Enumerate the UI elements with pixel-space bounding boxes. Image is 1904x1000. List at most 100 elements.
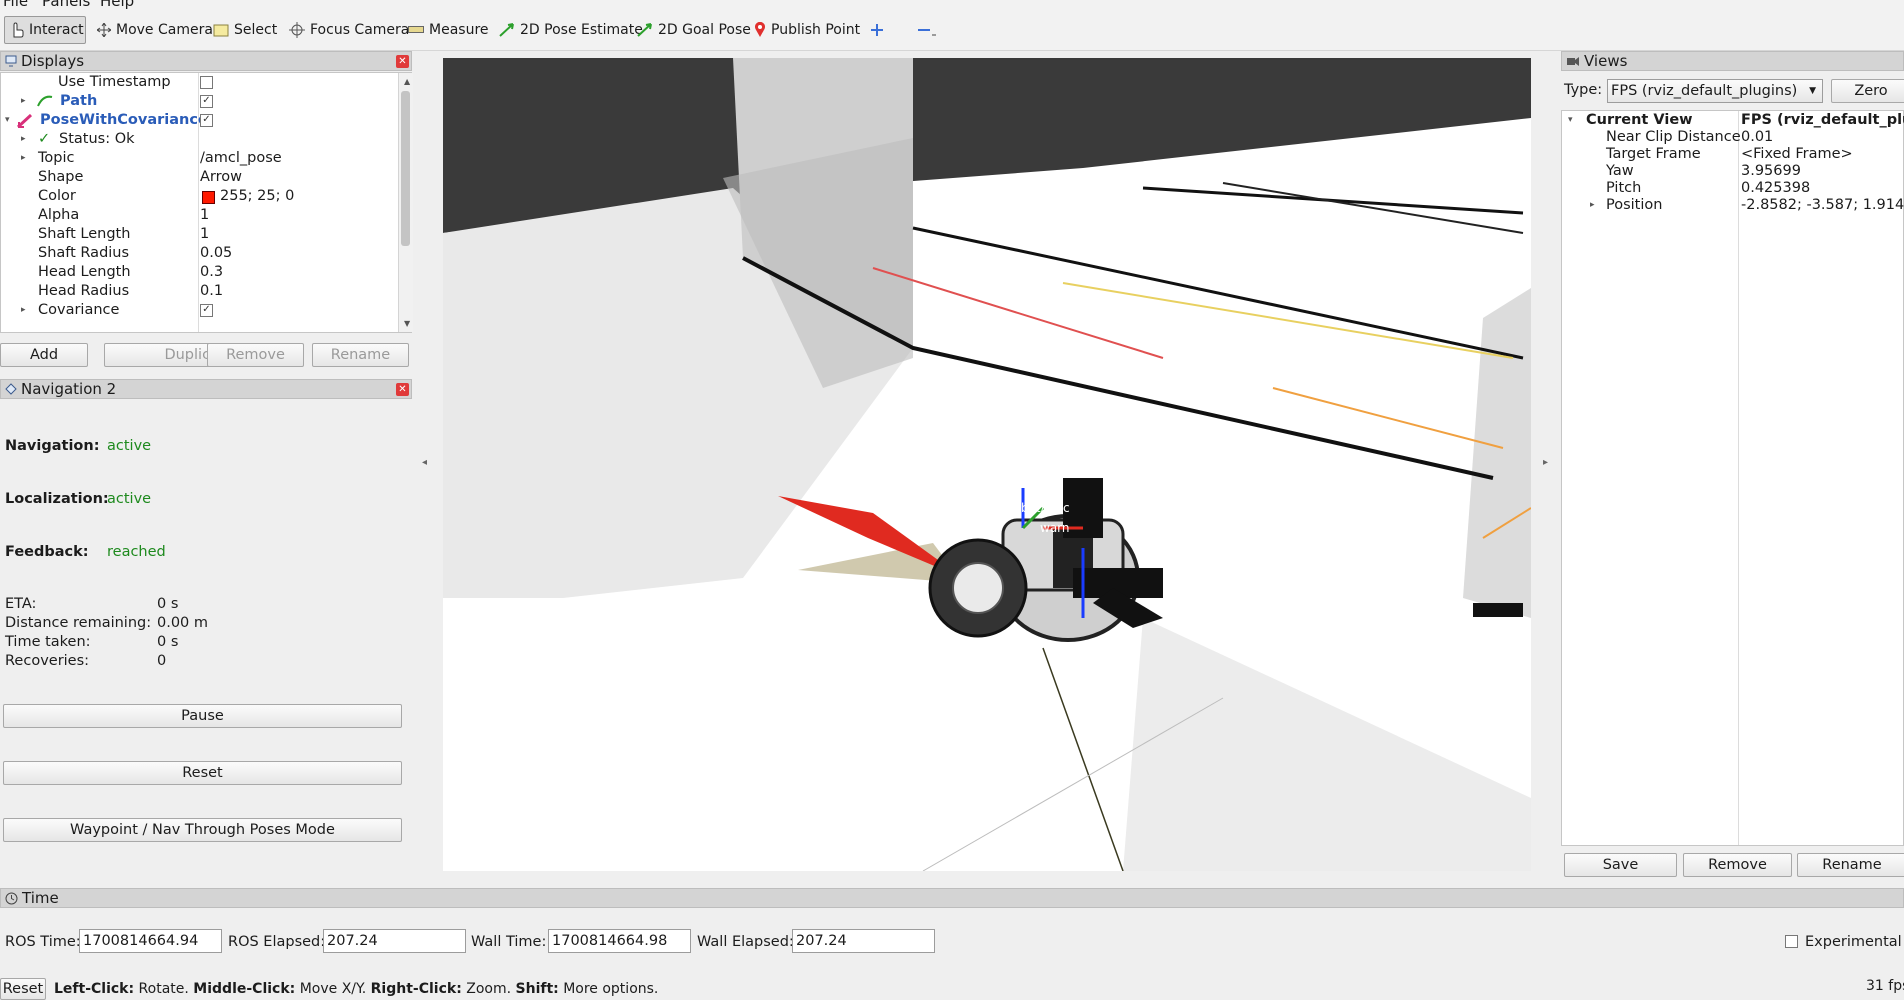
ros-elapsed-field[interactable]: 207.24 bbox=[323, 929, 466, 953]
green-arrow-icon bbox=[637, 23, 652, 37]
monitor-icon bbox=[5, 55, 17, 67]
tree-row-shaft-length[interactable]: Shaft Length 1 bbox=[1, 225, 411, 244]
color-swatch[interactable] bbox=[202, 191, 215, 204]
add-display-button[interactable]: Add bbox=[0, 343, 88, 367]
render-viewport[interactable]: bot/stac warn bbox=[443, 58, 1531, 871]
time-panel-header: Time bbox=[0, 888, 1904, 908]
displays-tree: ▲ ▼ Use Timestamp ▸ Path ✓ ▾ PoseWithCov… bbox=[0, 72, 413, 333]
views-panel-header: Views bbox=[1561, 51, 1904, 71]
remove-display-button[interactable]: Remove bbox=[207, 343, 304, 367]
ros-elapsed-label: ROS Elapsed: bbox=[228, 934, 326, 950]
menu-file[interactable]: File bbox=[3, 0, 28, 10]
wall-elapsed-field[interactable]: 207.24 bbox=[792, 929, 935, 953]
eta-value: 0 s bbox=[157, 596, 179, 612]
pose-estimate-label: 2D Pose Estimate bbox=[520, 22, 643, 38]
view-type-select[interactable]: FPS (rviz_default_plugins) ▼ bbox=[1607, 79, 1823, 103]
remove-view-button[interactable]: Remove bbox=[1683, 853, 1792, 877]
tree-row-color[interactable]: Color 255; 25; 0 bbox=[1, 187, 411, 206]
wall-elapsed-label: Wall Elapsed: bbox=[697, 934, 794, 950]
chevron-down-icon: ▼ bbox=[1809, 86, 1816, 96]
measure-tool-button[interactable]: Measure bbox=[403, 16, 494, 44]
interact-label: Interact bbox=[29, 22, 84, 38]
camera-icon bbox=[1567, 57, 1579, 66]
recoveries-label: Recoveries: bbox=[5, 653, 90, 669]
robot-frame-label: bot/stac bbox=[1021, 501, 1070, 515]
tree-row-covariance[interactable]: ▸ Covariance ✓ bbox=[1, 301, 411, 320]
time-title: Time bbox=[22, 889, 59, 907]
crosshair-icon bbox=[289, 22, 305, 38]
select-tool-button[interactable]: Select bbox=[208, 16, 282, 44]
path-checkbox[interactable]: ✓ bbox=[200, 95, 213, 108]
localization-label: Localization: bbox=[5, 491, 109, 507]
remove-tool-button[interactable] bbox=[912, 16, 942, 44]
move-camera-tool-button[interactable]: Move Camera bbox=[92, 16, 218, 44]
localization-status: active bbox=[107, 491, 152, 507]
experimental-checkbox[interactable] bbox=[1785, 935, 1798, 948]
warn-label: warn bbox=[1040, 521, 1070, 535]
feedback-status: reached bbox=[107, 544, 166, 560]
focus-camera-label: Focus Camera bbox=[310, 22, 410, 38]
reset-time-button[interactable]: Reset bbox=[0, 978, 46, 1000]
menu-bar: File Panels Help bbox=[0, 0, 1904, 10]
pose-estimate-tool-button[interactable]: 2D Pose Estimate bbox=[494, 16, 648, 44]
add-tool-button[interactable] bbox=[865, 16, 889, 44]
hand-pointer-icon bbox=[13, 22, 24, 38]
zero-view-button[interactable]: Zero bbox=[1831, 79, 1904, 103]
rename-display-button[interactable]: Rename bbox=[312, 343, 409, 367]
measure-label: Measure bbox=[429, 22, 489, 38]
mouse-hints: Left-Click: Rotate. Middle-Click: Move X… bbox=[54, 981, 659, 997]
wall-time-field[interactable]: 1700814664.98 bbox=[548, 929, 691, 953]
waypoint-mode-button[interactable]: Waypoint / Nav Through Poses Mode bbox=[3, 818, 402, 842]
tree-row-use-timestamp[interactable]: Use Timestamp bbox=[1, 73, 411, 92]
goal-pose-tool-button[interactable]: 2D Goal Pose bbox=[632, 16, 756, 44]
ros-time-field[interactable]: 1700814664.94 bbox=[79, 929, 222, 953]
goal-pose-label: 2D Goal Pose bbox=[658, 22, 751, 38]
clock-icon bbox=[5, 892, 18, 904]
tree-row-head-length[interactable]: Head Length 0.3 bbox=[1, 263, 411, 282]
tree-row-topic[interactable]: ▸ Topic /amcl_pose bbox=[1, 149, 411, 168]
tree-row-posewithcovariance[interactable]: ▾ PoseWithCovariance ✓ bbox=[1, 111, 411, 130]
distance-value: 0.00 m bbox=[157, 615, 209, 631]
wall-time-label: Wall Time: bbox=[471, 934, 547, 950]
focus-camera-tool-button[interactable]: Focus Camera bbox=[284, 16, 414, 44]
navigation-title: Navigation 2 bbox=[21, 380, 117, 398]
publish-point-tool-button[interactable]: Publish Point bbox=[749, 16, 865, 44]
pose-arrow-icon bbox=[17, 114, 33, 128]
time-taken-label: Time taken: bbox=[5, 634, 91, 650]
views-title: Views bbox=[1584, 52, 1628, 70]
use-timestamp-checkbox[interactable] bbox=[200, 76, 213, 89]
menu-panels[interactable]: Panels bbox=[42, 0, 90, 10]
tree-row-position[interactable]: ▸ Position -2.8582; -3.587; 1.9142 bbox=[1562, 196, 1904, 215]
navigation-panel: Navigation: active Localization: active … bbox=[0, 400, 412, 875]
tree-row-shaft-radius[interactable]: Shaft Radius 0.05 bbox=[1, 244, 411, 263]
right-splitter-handle[interactable]: ▸ bbox=[1543, 457, 1548, 468]
pause-button[interactable]: Pause bbox=[3, 704, 402, 728]
close-icon[interactable]: ✕ bbox=[396, 55, 409, 68]
tree-row-head-radius[interactable]: Head Radius 0.1 bbox=[1, 282, 411, 301]
interact-tool-button[interactable]: Interact bbox=[4, 16, 86, 44]
tree-row-shape[interactable]: Shape Arrow bbox=[1, 168, 411, 187]
covariance-checkbox[interactable]: ✓ bbox=[200, 304, 213, 317]
path-icon bbox=[37, 95, 53, 107]
green-arrow-icon bbox=[499, 23, 514, 37]
recoveries-value: 0 bbox=[157, 653, 167, 669]
left-splitter-handle[interactable]: ◂ bbox=[422, 457, 427, 468]
reset-nav-button[interactable]: Reset bbox=[3, 761, 402, 785]
eta-label: ETA: bbox=[5, 596, 37, 612]
close-icon[interactable]: ✕ bbox=[396, 383, 409, 396]
tree-row-alpha[interactable]: Alpha 1 bbox=[1, 206, 411, 225]
diamond-icon bbox=[5, 383, 17, 395]
select-box-icon bbox=[213, 24, 229, 36]
minus-icon bbox=[918, 29, 936, 36]
ruler-icon bbox=[408, 26, 424, 33]
tree-row-status[interactable]: ▸ ✓ Status: Ok bbox=[1, 130, 411, 149]
menu-help[interactable]: Help bbox=[100, 0, 134, 10]
save-view-button[interactable]: Save bbox=[1564, 853, 1677, 877]
feedback-label: Feedback: bbox=[5, 544, 89, 560]
tree-row-path[interactable]: ▸ Path ✓ bbox=[1, 92, 411, 111]
posewithcovariance-checkbox[interactable]: ✓ bbox=[200, 114, 213, 127]
rename-view-button[interactable]: Rename bbox=[1797, 853, 1904, 877]
displays-title: Displays bbox=[21, 52, 85, 70]
views-tree: ▾ Current View FPS (rviz_default_plu... … bbox=[1561, 110, 1904, 846]
select-label: Select bbox=[234, 22, 278, 38]
